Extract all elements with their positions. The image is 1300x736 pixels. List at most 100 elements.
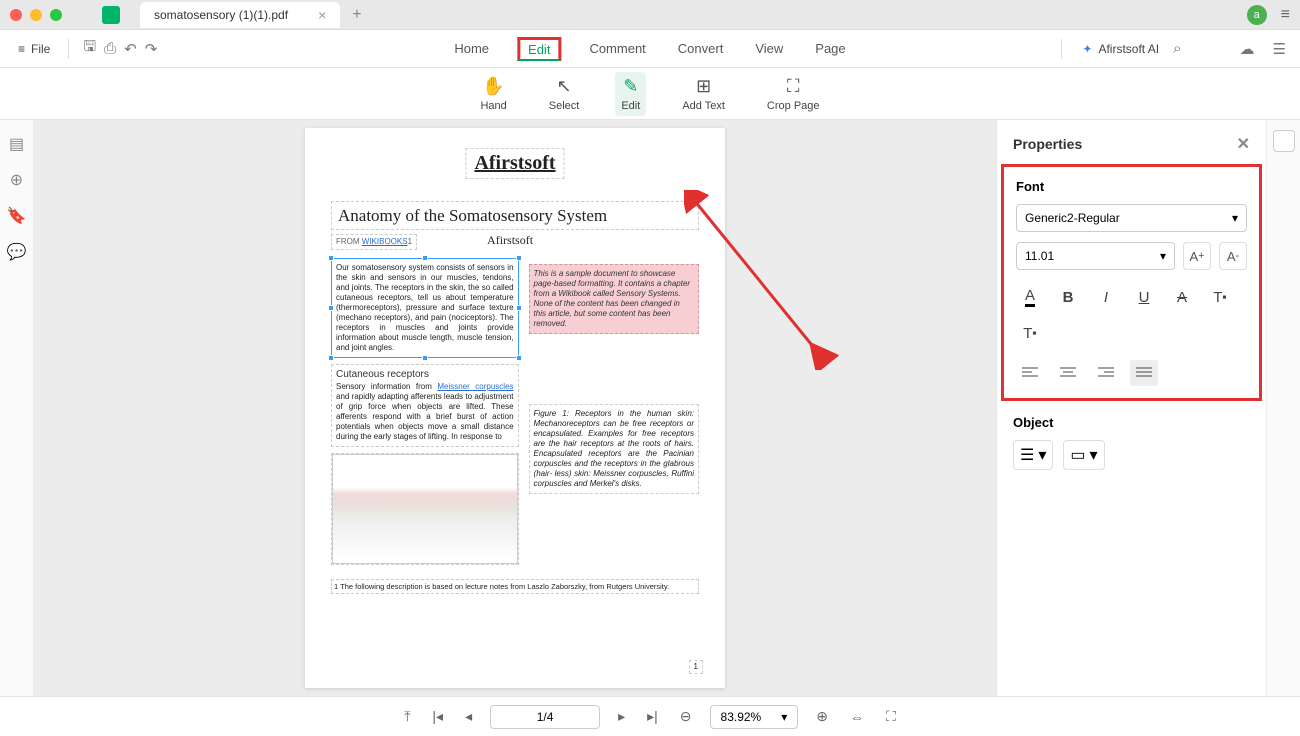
bookmarks-icon[interactable]: 🔖 [7, 206, 27, 226]
menu-view[interactable]: View [751, 33, 787, 64]
align-left-button[interactable] [1016, 360, 1044, 386]
thumbnails-icon[interactable]: ▤ [9, 134, 24, 154]
maximize-window[interactable] [50, 9, 62, 21]
file-menu[interactable]: ≡ File [10, 38, 58, 60]
resize-handle[interactable] [422, 255, 428, 261]
zoom-in-icon[interactable]: ⊕ [812, 704, 832, 729]
user-avatar[interactable]: a [1247, 5, 1267, 25]
doc-logo[interactable]: Afirstsoft [465, 148, 564, 179]
skin-diagram [332, 454, 518, 564]
doc-title[interactable]: Anatomy of the Somatosensory System [331, 201, 699, 230]
new-tab-button[interactable]: + [352, 6, 361, 24]
properties-title: Properties [1013, 136, 1082, 152]
menu-edit[interactable]: Edit [517, 37, 561, 61]
align-right-button[interactable] [1092, 360, 1120, 386]
redo-icon[interactable]: ↷ [141, 36, 162, 62]
add-page-icon[interactable]: ⊕ [10, 170, 23, 190]
wikibooks-link[interactable]: WIKIBOOKS [362, 237, 408, 246]
zoom-dropdown[interactable]: 83.92% ▾ [710, 705, 799, 729]
italic-button[interactable]: I [1092, 284, 1120, 310]
align-justify-button[interactable] [1130, 360, 1158, 386]
meissner-link[interactable]: Meissner corpuscles [437, 382, 513, 391]
chevron-down-icon: ▾ [1090, 445, 1098, 465]
resize-handle[interactable] [516, 255, 522, 261]
ai-button[interactable]: ✦ Afirstsoft AI [1082, 42, 1159, 56]
text-block[interactable]: Cutaneous receptors Sensory information … [331, 364, 519, 447]
edit-toolbar: ✋ Hand ↖ Select ✎ Edit ⊞ Add Text ⛶ Crop… [0, 68, 1300, 120]
tool-crop-page[interactable]: ⛶ Crop Page [761, 72, 826, 116]
resize-handle[interactable] [516, 355, 522, 361]
workspace: ▤ ⊕ 🔖 💬 Afirstsoft Anatomy of the Somato… [0, 120, 1300, 696]
resize-handle[interactable] [516, 305, 522, 311]
last-page-icon[interactable]: ▸| [643, 704, 662, 729]
selected-text-block[interactable]: Our somatosensory system consists of sen… [331, 258, 519, 358]
resize-handle[interactable] [328, 355, 334, 361]
cursor-icon: ↖ [557, 76, 572, 97]
document-tab[interactable]: somatosensory (1)(1).pdf × [140, 2, 340, 28]
app-menu-icon[interactable]: ≡ [1281, 6, 1290, 24]
strikethrough-button[interactable]: A [1168, 284, 1196, 310]
chevron-down-icon: ▾ [781, 710, 787, 724]
tool-edit[interactable]: ✎ Edit [615, 72, 646, 116]
page-number[interactable]: 1 [689, 660, 703, 674]
menu-page[interactable]: Page [811, 33, 849, 64]
close-panel-icon[interactable]: ✕ [1237, 134, 1250, 154]
figure-caption[interactable]: Figure 1: Receptors in the human skin: M… [529, 404, 699, 494]
decrease-font-button[interactable]: A- [1219, 242, 1247, 270]
save-icon[interactable]: 🖫 [79, 32, 100, 65]
fullscreen-icon[interactable]: ⛶ [882, 704, 900, 729]
doc-logo-2[interactable]: Afirstsoft [487, 233, 533, 248]
font-size-dropdown[interactable]: 11.01 ▾ [1016, 242, 1175, 270]
edit-icon: ✎ [623, 76, 638, 97]
menu-convert[interactable]: Convert [674, 33, 728, 64]
zoom-value: 83.92% [721, 710, 762, 724]
prev-page-icon[interactable]: ◂ [461, 704, 476, 729]
underline-button[interactable]: U [1130, 284, 1158, 310]
close-tab-icon[interactable]: × [318, 7, 326, 23]
tool-crop-page-label: Crop Page [767, 100, 820, 112]
superscript-button[interactable]: T▪ [1206, 284, 1234, 310]
first-page-icon[interactable]: |◂ [428, 704, 447, 729]
figure-block[interactable] [331, 453, 519, 565]
window-controls [10, 9, 62, 21]
increase-font-button[interactable]: A+ [1183, 242, 1211, 270]
next-page-icon[interactable]: ▸ [614, 704, 629, 729]
tool-hand[interactable]: ✋ Hand [474, 72, 512, 116]
scroll-top-icon[interactable]: ⤒ [400, 704, 414, 729]
titlebar: somatosensory (1)(1).pdf × + a ≡ [0, 0, 1300, 30]
comments-icon[interactable]: 💬 [7, 242, 27, 262]
document-canvas[interactable]: Afirstsoft Anatomy of the Somatosensory … [34, 120, 996, 696]
chevron-down-icon: ▾ [1038, 445, 1046, 465]
menu-home[interactable]: Home [450, 33, 493, 64]
panel-toggle-icon[interactable] [1273, 130, 1295, 152]
print-icon[interactable]: ⎙ [100, 36, 120, 61]
sample-note[interactable]: This is a sample document to showcase pa… [529, 264, 699, 334]
minimize-window[interactable] [30, 9, 42, 21]
resize-handle[interactable] [328, 305, 334, 311]
resize-handle[interactable] [422, 355, 428, 361]
tool-hand-label: Hand [480, 100, 506, 112]
bold-button[interactable]: B [1054, 284, 1082, 310]
subscript-button[interactable]: T▪ [1016, 320, 1044, 346]
resize-handle[interactable] [328, 255, 334, 261]
tool-add-text[interactable]: ⊞ Add Text [676, 72, 731, 116]
align-objects-dropdown[interactable]: ☰▾ [1013, 440, 1053, 470]
tool-select[interactable]: ↖ Select [543, 72, 586, 116]
page-input[interactable] [490, 705, 600, 729]
fit-width-icon[interactable]: ⇔ [846, 705, 868, 729]
text-color-button[interactable]: A [1016, 284, 1044, 310]
settings-lines-icon[interactable]: ☰ [1269, 36, 1290, 62]
object-section-title: Object [1013, 415, 1250, 430]
align-center-button[interactable] [1054, 360, 1082, 386]
footnote[interactable]: 1 The following description is based on … [331, 579, 699, 594]
font-family-dropdown[interactable]: Generic2-Regular ▾ [1016, 204, 1247, 232]
menu-comment[interactable]: Comment [585, 33, 649, 64]
tab-label: somatosensory (1)(1).pdf [154, 8, 288, 22]
distribute-objects-dropdown[interactable]: ▭▾ [1063, 440, 1104, 470]
search-icon[interactable]: ⌕ [1169, 36, 1185, 61]
doc-source[interactable]: FROM WIKIBOOKS1 [331, 234, 417, 250]
undo-icon[interactable]: ↶ [120, 36, 141, 62]
close-window[interactable] [10, 9, 22, 21]
zoom-out-icon[interactable]: ⊖ [676, 704, 696, 729]
cloud-icon[interactable]: ☁ [1236, 36, 1259, 62]
